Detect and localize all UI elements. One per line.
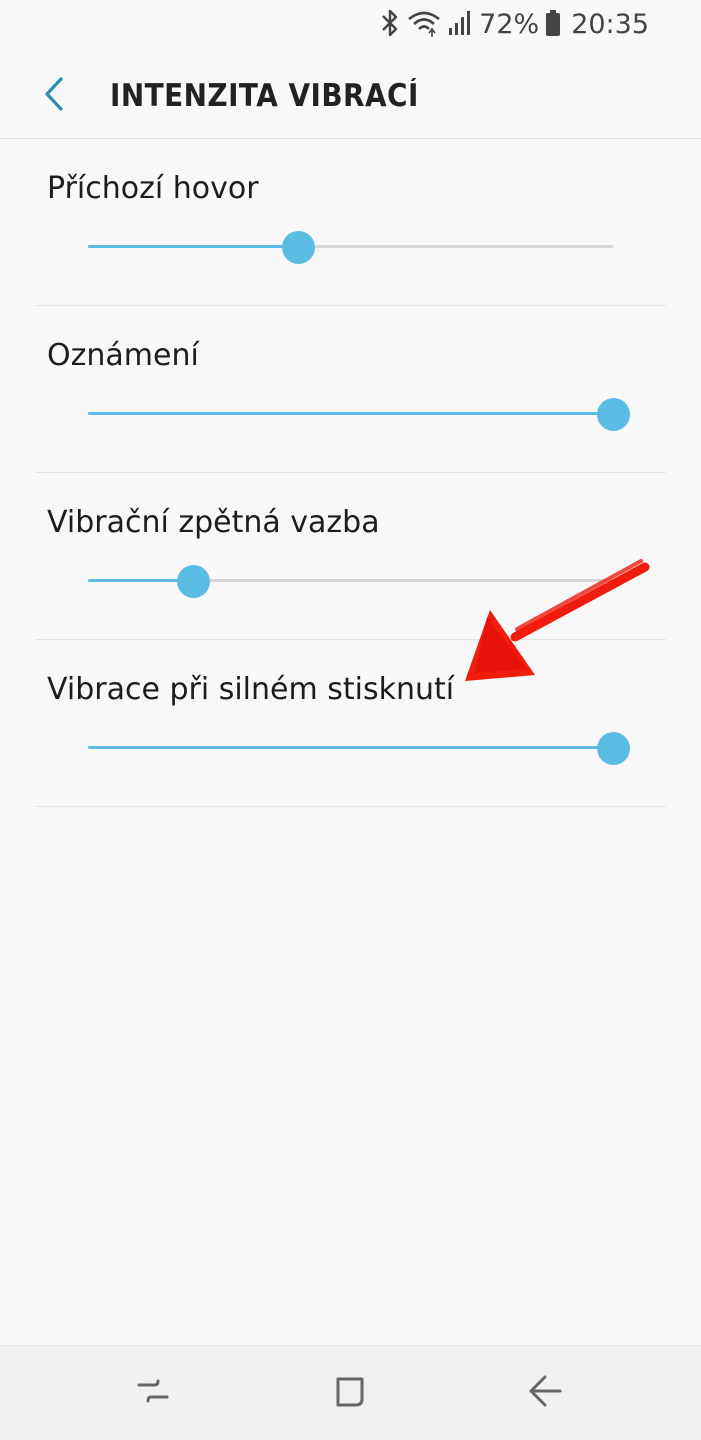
- slider-thumb[interactable]: [177, 565, 210, 598]
- status-icons: 72% 20:35: [379, 6, 649, 44]
- navigation-bar: [0, 1345, 701, 1440]
- bluetooth-icon: [379, 8, 401, 42]
- setting-notifications: Oznámení: [35, 306, 666, 473]
- setting-haptic-feedback: Vibrační zpětná vazba: [35, 473, 666, 640]
- recent-apps-icon: [135, 1373, 171, 1414]
- back-button[interactable]: [26, 68, 82, 124]
- back-icon: [527, 1373, 563, 1414]
- incoming-call-slider[interactable]: [88, 231, 613, 264]
- app-header: INTENZITA VIBRACÍ: [0, 50, 701, 139]
- notifications-slider[interactable]: [88, 398, 630, 431]
- slider-thumb[interactable]: [282, 231, 315, 264]
- setting-label: Příchozí hovor: [47, 171, 259, 206]
- home-icon: [332, 1373, 368, 1414]
- setting-incoming-call: Příchozí hovor: [35, 139, 666, 306]
- slider-thumb[interactable]: [597, 732, 630, 765]
- page-title: INTENZITA VIBRACÍ: [110, 78, 419, 114]
- status-bar: 72% 20:35: [0, 0, 701, 50]
- setting-label: Oznámení: [47, 338, 199, 373]
- slider-fill: [88, 245, 298, 248]
- hard-press-vibration-slider[interactable]: [88, 732, 630, 765]
- setting-label: Vibrační zpětná vazba: [47, 505, 380, 540]
- signal-icon: [447, 8, 473, 42]
- slider-thumb[interactable]: [597, 398, 630, 431]
- nav-back-button[interactable]: [520, 1368, 570, 1418]
- clock: 20:35: [571, 9, 649, 40]
- battery-icon: [545, 8, 561, 42]
- slider-fill: [88, 412, 613, 415]
- chevron-left-icon: [41, 76, 67, 117]
- settings-list: Příchozí hovor Oznámení Vibrační zpětná …: [0, 139, 701, 807]
- recent-apps-button[interactable]: [128, 1368, 178, 1418]
- setting-label: Vibrace při silném stisknutí: [47, 672, 455, 707]
- setting-hard-press-vibration: Vibrace při silném stisknutí: [35, 640, 666, 807]
- wifi-icon: [407, 8, 441, 42]
- haptic-feedback-slider[interactable]: [88, 565, 613, 598]
- home-button[interactable]: [325, 1368, 375, 1418]
- slider-fill: [88, 746, 613, 749]
- battery-percent: 72%: [479, 9, 540, 40]
